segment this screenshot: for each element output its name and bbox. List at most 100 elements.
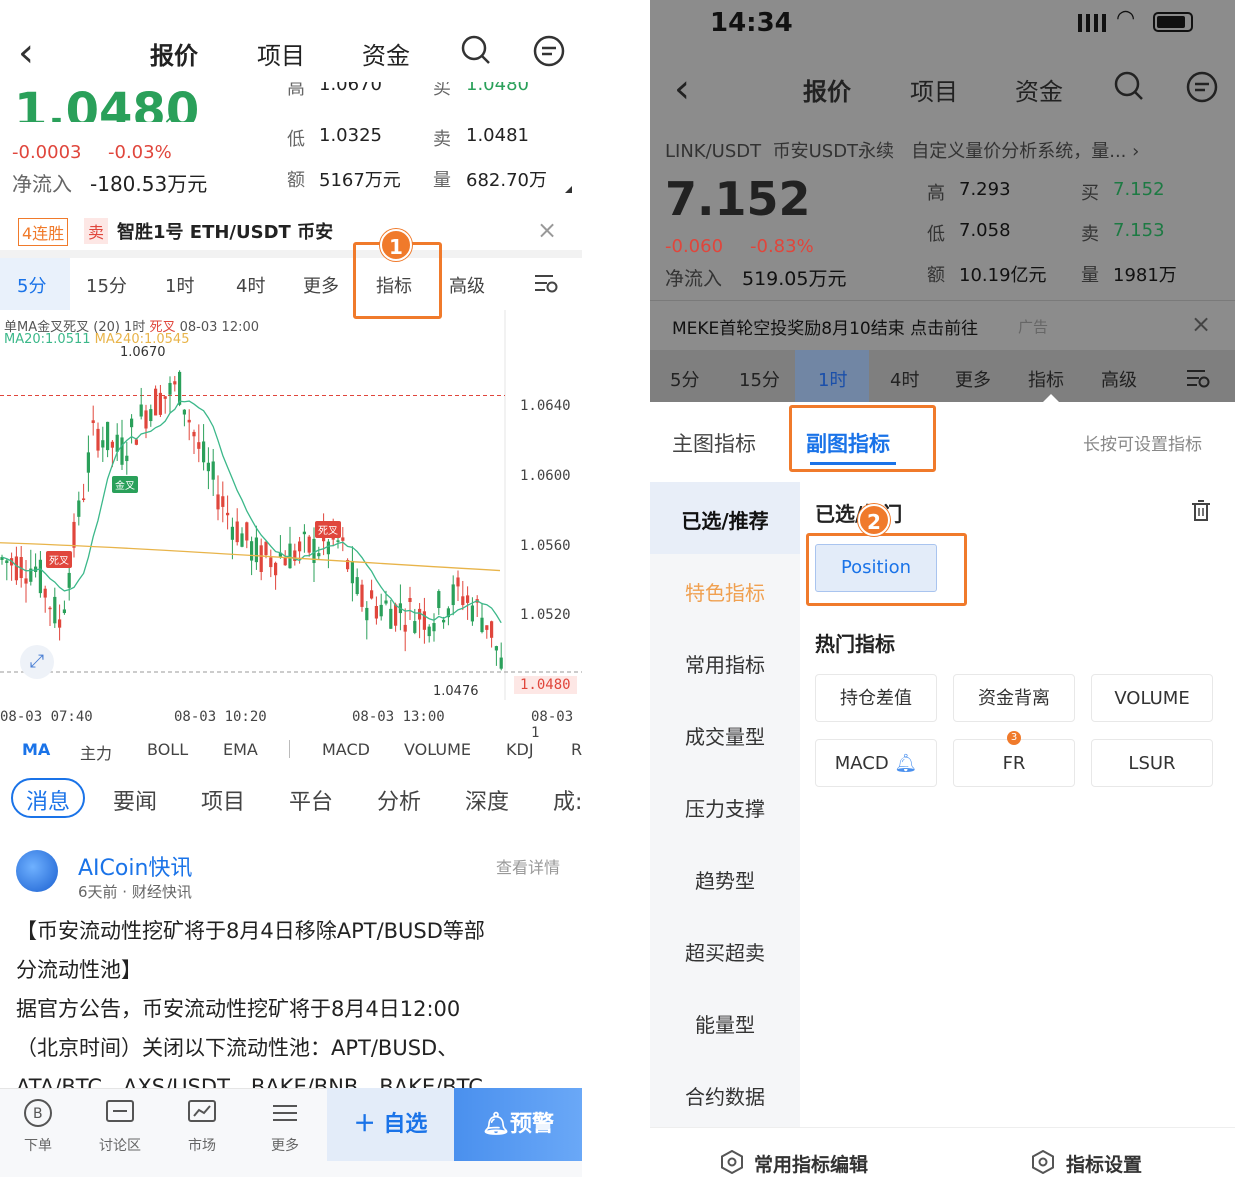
hot-chip-macd[interactable]: MACD 🔔︎ bbox=[815, 739, 937, 787]
search-icon[interactable] bbox=[1113, 70, 1145, 102]
tab-project[interactable]: 项目 bbox=[910, 72, 958, 107]
sell-value: 7.153 bbox=[1113, 220, 1165, 241]
tf-1h[interactable]: 1时 bbox=[165, 272, 194, 298]
chat-menu-icon[interactable] bbox=[532, 34, 566, 68]
chat-menu-icon[interactable] bbox=[1185, 70, 1219, 104]
hot-chip-lsur[interactable]: LSUR bbox=[1091, 739, 1213, 787]
back-button[interactable]: ‹ bbox=[18, 30, 34, 76]
view-detail-link[interactable]: 查看详情 bbox=[496, 854, 560, 878]
tf-15m[interactable]: 15分 bbox=[739, 366, 780, 392]
close-icon[interactable]: × bbox=[537, 216, 557, 244]
ind-macd[interactable]: MACD bbox=[322, 740, 370, 759]
ind-kdj[interactable]: KDJ bbox=[506, 740, 534, 759]
battery-icon bbox=[1153, 12, 1193, 32]
candle-body bbox=[408, 598, 412, 603]
tf-1h[interactable]: 1时 bbox=[818, 366, 847, 392]
category-contract[interactable]: 合约数据 bbox=[650, 1081, 800, 1110]
fullscreen-icon[interactable]: ⤢ bbox=[20, 645, 54, 679]
ind-boll[interactable]: BOLL bbox=[147, 740, 188, 759]
bottom-discussion[interactable]: 讨论区 bbox=[90, 1135, 150, 1155]
candle-body bbox=[394, 604, 398, 626]
tf-5m-label[interactable]: 5分 bbox=[17, 272, 46, 298]
category-selected[interactable]: 已选/推荐 bbox=[650, 505, 800, 534]
volume-label: 量 bbox=[433, 170, 451, 191]
close-icon[interactable]: × bbox=[1191, 310, 1211, 338]
hot-chip-volume[interactable]: VOLUME bbox=[1091, 674, 1213, 722]
market-icon[interactable] bbox=[187, 1098, 217, 1128]
tf-4h[interactable]: 4时 bbox=[236, 272, 265, 298]
news-tab-analysis[interactable]: 分析 bbox=[377, 784, 421, 816]
category-featured[interactable]: 特色指标 bbox=[650, 577, 800, 606]
highlight-position bbox=[806, 533, 967, 606]
expand-corner-icon[interactable] bbox=[565, 186, 572, 193]
news-tab-headlines[interactable]: 要闻 bbox=[113, 784, 157, 816]
candle-body bbox=[461, 596, 465, 606]
candle-body bbox=[350, 560, 354, 584]
add-watchlist-button[interactable]: ＋ 自选 bbox=[327, 1088, 454, 1161]
pair-ad[interactable]: 自定义量价分析系统，量... bbox=[911, 141, 1126, 162]
category-volume[interactable]: 成交量型 bbox=[650, 721, 800, 750]
news-tab-projects[interactable]: 项目 bbox=[201, 784, 245, 816]
ind-ema[interactable]: EMA bbox=[223, 740, 258, 759]
tf-5m[interactable]: 5分 bbox=[670, 366, 699, 392]
news-tab-more[interactable]: 成: bbox=[553, 784, 582, 816]
candle-body bbox=[206, 462, 210, 472]
news-tab-messages[interactable]: 消息 bbox=[26, 784, 70, 816]
edit-common-indicators-button[interactable]: 常用指标编辑 bbox=[754, 1150, 868, 1177]
candle-body bbox=[139, 404, 143, 417]
tf-more[interactable]: 更多 bbox=[955, 366, 991, 392]
x-tick: 08-03 13:00 bbox=[352, 709, 445, 725]
candle-body bbox=[67, 572, 71, 588]
search-icon[interactable] bbox=[460, 34, 492, 66]
trash-icon[interactable] bbox=[1191, 500, 1211, 522]
tf-15m[interactable]: 15分 bbox=[86, 272, 127, 298]
volume-value: 682.70万 bbox=[466, 170, 547, 191]
news-tab-depth[interactable]: 深度 bbox=[465, 784, 509, 816]
tf-indicator[interactable]: 指标 bbox=[1028, 366, 1064, 392]
ad-text[interactable]: MEKE首轮空投奖励8月10结束 点击前往 bbox=[672, 314, 978, 339]
tf-4h[interactable]: 4时 bbox=[890, 366, 919, 392]
back-button[interactable]: ‹ bbox=[674, 66, 690, 112]
order-icon[interactable]: B bbox=[23, 1098, 53, 1128]
signal-text[interactable]: 智胜1号 ETH/USDT 币安 bbox=[117, 218, 333, 244]
news-source[interactable]: AICoin快讯 bbox=[78, 850, 192, 882]
chart-settings-icon[interactable] bbox=[1185, 367, 1211, 389]
alert-button[interactable]: 🔔︎预警 bbox=[454, 1088, 582, 1161]
category-common[interactable]: 常用指标 bbox=[650, 649, 800, 678]
category-trend[interactable]: 趋势型 bbox=[650, 865, 800, 894]
tab-funds[interactable]: 资金 bbox=[1015, 72, 1063, 107]
tf-more[interactable]: 更多 bbox=[303, 272, 339, 298]
ind-volume[interactable]: VOLUME bbox=[404, 740, 471, 759]
tab-quote[interactable]: 报价 bbox=[150, 36, 198, 71]
discussion-icon[interactable] bbox=[105, 1098, 135, 1128]
ind-r[interactable]: R bbox=[571, 740, 582, 759]
category-overbought[interactable]: 超买超卖 bbox=[650, 937, 800, 966]
hot-chip-fund-divergence[interactable]: 资金背离 bbox=[953, 674, 1075, 722]
category-energy[interactable]: 能量型 bbox=[650, 1009, 800, 1038]
tab-main-indicators[interactable]: 主图指标 bbox=[672, 428, 756, 458]
more-icon[interactable] bbox=[270, 1098, 300, 1128]
tf-advanced[interactable]: 高级 bbox=[1101, 366, 1137, 392]
tab-project[interactable]: 项目 bbox=[257, 36, 305, 71]
hot-chip-fr[interactable]: FR bbox=[953, 739, 1075, 787]
bottom-more[interactable]: 更多 bbox=[255, 1135, 315, 1155]
bottom-market[interactable]: 市场 bbox=[172, 1135, 232, 1155]
pair-row: LINK/USDT 币安USDT永续 自定义量价分析系统，量... › bbox=[665, 141, 1140, 162]
candle-body bbox=[254, 537, 258, 563]
dead-cross-tag: 死叉 bbox=[46, 551, 72, 568]
tab-funds[interactable]: 资金 bbox=[362, 36, 410, 71]
ind-ma[interactable]: MA bbox=[22, 740, 50, 759]
tf-advanced[interactable]: 高级 bbox=[449, 272, 485, 298]
tab-quote[interactable]: 报价 bbox=[803, 72, 851, 107]
candlestick-chart[interactable] bbox=[0, 310, 582, 730]
price-change-pct: -0.03% bbox=[108, 142, 172, 163]
category-support[interactable]: 压力支撑 bbox=[650, 793, 800, 822]
ind-main[interactable]: 主力 bbox=[80, 740, 112, 764]
chart-settings-icon[interactable] bbox=[533, 272, 559, 294]
indicator-settings-button[interactable]: 指标设置 bbox=[1066, 1150, 1142, 1177]
net-inflow-value: 519.05万元 bbox=[742, 268, 847, 290]
news-tab-platform[interactable]: 平台 bbox=[289, 784, 333, 816]
alert-label: 预警 bbox=[509, 1112, 554, 1137]
bottom-order[interactable]: 下单 bbox=[8, 1135, 68, 1155]
hot-chip-oi-delta[interactable]: 持仓差值 bbox=[815, 674, 937, 722]
